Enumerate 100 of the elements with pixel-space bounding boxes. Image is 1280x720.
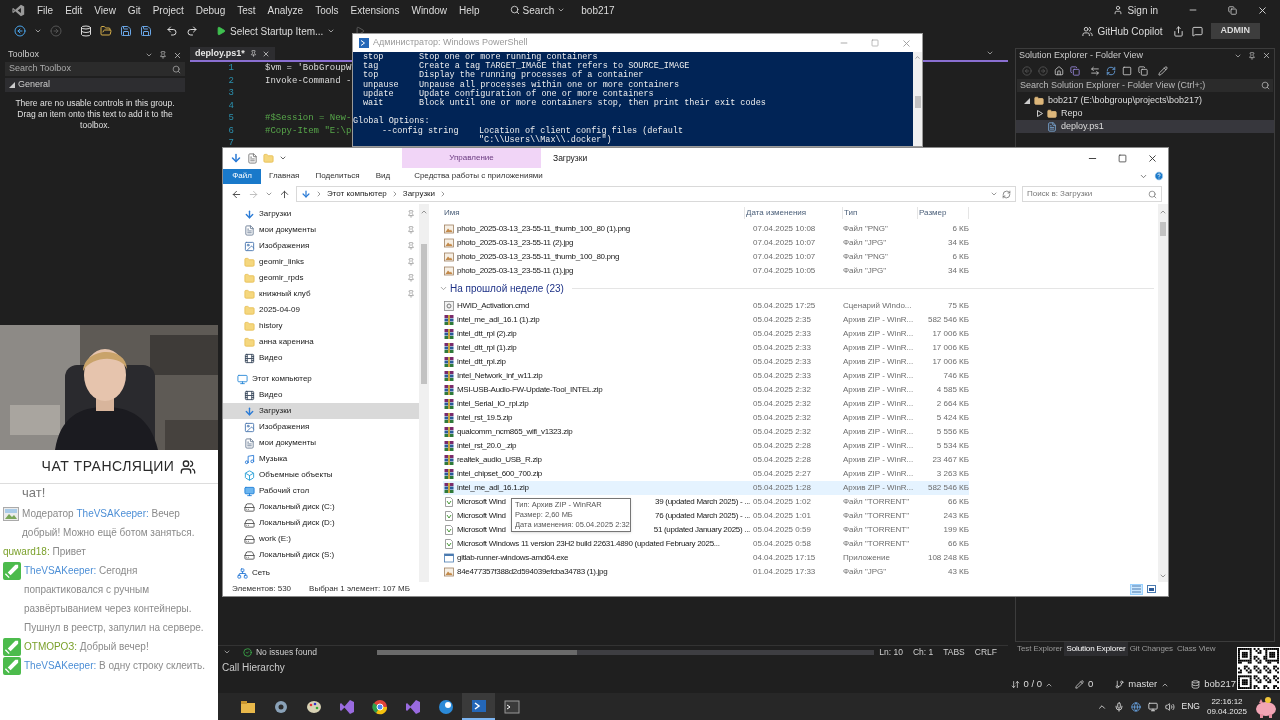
horizontal-scrollbar[interactable] bbox=[376, 649, 875, 655]
startup-item-button[interactable]: Select Startup Item... bbox=[214, 23, 338, 39]
menu-item[interactable]: Window bbox=[405, 2, 453, 18]
line-ending-indicator[interactable]: CRLF bbox=[969, 645, 1002, 659]
menu-item[interactable]: Extensions bbox=[344, 2, 406, 18]
search-field[interactable]: Search Solution Explorer - Folder View (Ctrl+;) bbox=[1017, 79, 1273, 92]
large-icons-view-button[interactable] bbox=[1145, 583, 1158, 595]
menu-item[interactable]: Analyze bbox=[261, 2, 310, 18]
recent-locations-icon[interactable] bbox=[265, 190, 273, 198]
refresh-icon[interactable] bbox=[1002, 189, 1011, 199]
group-header[interactable]: На прошлой неделе (23) bbox=[439, 278, 1158, 299]
ribbon-tab[interactable]: Поделиться bbox=[307, 170, 368, 182]
close-icon[interactable] bbox=[1147, 152, 1158, 164]
back-icon[interactable] bbox=[231, 188, 242, 200]
ribbon-logo-icon[interactable] bbox=[337, 697, 356, 716]
menu-item[interactable]: Project bbox=[146, 2, 190, 18]
nav-item[interactable]: Сеть bbox=[223, 565, 419, 581]
share-icon[interactable] bbox=[1172, 25, 1184, 37]
nav-item[interactable]: Видео bbox=[223, 387, 419, 403]
menu-item[interactable]: File bbox=[31, 2, 60, 18]
changes-status[interactable]: 0 bbox=[1074, 677, 1094, 692]
sign-in-button[interactable]: Sign in bbox=[1109, 2, 1162, 18]
network-icon[interactable] bbox=[1147, 701, 1158, 712]
nav-item[interactable]: work (E:) bbox=[223, 531, 419, 547]
feedback-icon[interactable] bbox=[1191, 25, 1203, 37]
switch-views-icon[interactable] bbox=[1070, 65, 1080, 76]
properties-icon[interactable] bbox=[1158, 65, 1168, 76]
tool-window-tab[interactable]: Solution Explorer bbox=[1064, 642, 1128, 656]
pin-icon[interactable] bbox=[1248, 51, 1256, 60]
database-icon[interactable] bbox=[80, 25, 92, 37]
repository-status[interactable]: bob217 bbox=[1191, 677, 1236, 692]
open-folder-icon[interactable] bbox=[100, 25, 112, 37]
up-icon[interactable] bbox=[279, 188, 290, 200]
caret-icon[interactable] bbox=[34, 27, 42, 35]
menu-item[interactable]: Tools bbox=[309, 2, 345, 18]
maximize-icon[interactable] bbox=[1118, 153, 1127, 163]
nav-item[interactable]: geomir_links bbox=[223, 254, 419, 270]
ribbon-tab[interactable]: Вид bbox=[367, 170, 399, 182]
document-tab[interactable]: deploy.ps1* bbox=[190, 47, 275, 60]
scrollbar-thumb[interactable] bbox=[914, 96, 921, 108]
github-copilot-button[interactable]: GitHub Copilot bbox=[1080, 23, 1165, 39]
language-indicator[interactable]: ENG bbox=[1181, 700, 1200, 713]
scrollbar-thumb[interactable] bbox=[1160, 222, 1166, 236]
search-button[interactable]: Search bbox=[505, 2, 570, 18]
nav-item[interactable]: Изображения bbox=[223, 238, 419, 254]
tree-item[interactable]: deploy.ps1 bbox=[1016, 120, 1274, 133]
nav-item[interactable]: geomir_rpds bbox=[223, 270, 419, 286]
tree-item[interactable]: Repo bbox=[1016, 107, 1274, 120]
close-icon[interactable] bbox=[173, 50, 182, 60]
nav-item[interactable]: книжный клуб bbox=[223, 286, 419, 302]
menu-item[interactable]: Edit bbox=[59, 2, 89, 18]
nav-item[interactable]: анна каренина bbox=[223, 334, 419, 350]
browser-icon[interactable] bbox=[370, 697, 389, 716]
menu-item[interactable]: Git bbox=[121, 2, 147, 18]
play-icon[interactable] bbox=[355, 26, 366, 36]
clock[interactable]: 22:16:12 09.04.2025 bbox=[1206, 696, 1247, 717]
menu-item[interactable]: Debug bbox=[189, 2, 232, 18]
caret-icon[interactable] bbox=[990, 190, 998, 198]
caret-icon[interactable] bbox=[145, 51, 153, 59]
indent-indicator[interactable]: TABS bbox=[938, 645, 970, 659]
column-header[interactable]: Тип bbox=[843, 207, 918, 219]
refresh-icon[interactable] bbox=[1106, 65, 1116, 76]
menu-item[interactable]: Help bbox=[453, 2, 486, 18]
toolbox-group[interactable]: General bbox=[5, 78, 185, 92]
nav-item[interactable]: history bbox=[223, 318, 419, 334]
branch-status[interactable]: master bbox=[1115, 677, 1170, 692]
tool-window-tab[interactable]: Test Explorer bbox=[1015, 642, 1065, 656]
nav-item[interactable]: Этот компьютер bbox=[223, 371, 419, 387]
nav-item[interactable]: Музыка bbox=[223, 451, 419, 467]
scrollbar-thumb[interactable] bbox=[376, 649, 577, 655]
close-icon[interactable] bbox=[1262, 51, 1271, 60]
scrollbar-thumb[interactable] bbox=[421, 244, 427, 384]
sync-status[interactable]: 0 / 0 bbox=[1011, 677, 1053, 692]
vertical-scrollbar[interactable] bbox=[419, 204, 429, 582]
home-icon[interactable] bbox=[1054, 65, 1064, 76]
menu-item[interactable]: Test bbox=[231, 2, 262, 18]
search-field[interactable]: Поиск в: Загрузки bbox=[1022, 186, 1162, 202]
breadcrumb[interactable]: Загрузки bbox=[402, 188, 436, 200]
properties-icon[interactable] bbox=[247, 152, 258, 164]
nav-item[interactable]: Локальный диск (D:) bbox=[223, 515, 419, 531]
globe-icon[interactable] bbox=[1130, 701, 1141, 712]
restore-icon[interactable] bbox=[1228, 5, 1237, 15]
menu-item[interactable]: View bbox=[88, 2, 122, 18]
nav-item[interactable]: Загрузки bbox=[223, 403, 419, 419]
help-icon[interactable] bbox=[1154, 171, 1164, 181]
column-header[interactable]: Дата изменения bbox=[745, 207, 843, 219]
nav-item[interactable]: Объемные объекты bbox=[223, 467, 419, 483]
caret-icon[interactable] bbox=[986, 49, 994, 57]
back-icon[interactable] bbox=[14, 25, 26, 37]
round-logo-icon[interactable] bbox=[436, 697, 455, 716]
column-header[interactable]: Имя bbox=[443, 207, 745, 219]
save-icon[interactable] bbox=[120, 25, 132, 37]
search-field[interactable]: Search Toolbox bbox=[5, 62, 185, 76]
caret-icon[interactable] bbox=[279, 154, 287, 162]
sync-icon[interactable] bbox=[1090, 65, 1100, 76]
ribbon-tab[interactable]: Главная bbox=[261, 170, 308, 182]
volume-icon[interactable] bbox=[1164, 701, 1175, 712]
redo-icon[interactable] bbox=[186, 25, 198, 37]
microphone-icon[interactable] bbox=[1113, 701, 1124, 712]
tree-item[interactable]: bob217 (E:\bobgroup\projects\bob217) bbox=[1016, 94, 1274, 107]
